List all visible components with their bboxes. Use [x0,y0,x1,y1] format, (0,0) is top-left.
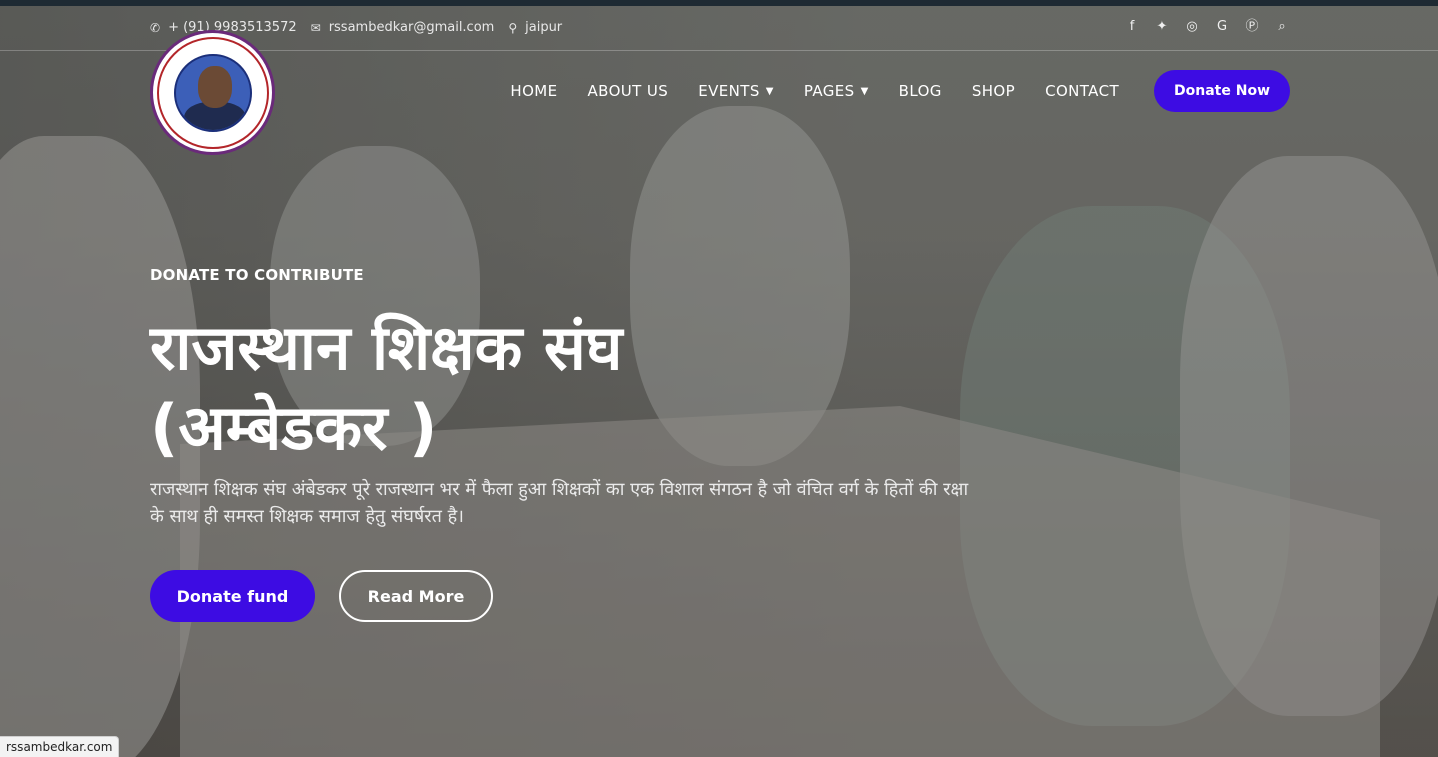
logo-seal-ring [156,36,269,149]
nav-pages[interactable]: PAGES ▼ [804,82,869,100]
instagram-icon[interactable]: ◎ [1184,19,1200,35]
twitter-icon[interactable]: ✦ [1154,19,1170,35]
nav-about-us[interactable]: ABOUT US [588,82,669,100]
nav-shop[interactable]: SHOP [972,82,1015,100]
main-navigation: HOME ABOUT US EVENTS ▼ PAGES ▼ BLOG SHOP… [480,70,1290,112]
hero-title: राजस्थान शिक्षक संघ (अम्बेडकर ) [150,311,623,464]
status-bar-url: rssambedkar.com [0,736,120,757]
logo-portrait-face [197,65,232,108]
phone-icon: ✆ [150,20,161,35]
hero-description: राजस्थान शिक्षक संघ अंबेडकर पूरे राजस्था… [150,479,969,527]
site-logo[interactable] [150,30,275,155]
nav-pages-label: PAGES [803,82,855,100]
email-address: rssambedkar@gmail.com [328,20,495,35]
google-icon[interactable]: G [1214,19,1230,35]
logo-portrait [173,53,252,132]
email-contact[interactable]: ✉ rssambedkar@gmail.com [311,20,495,35]
envelope-icon: ✉ [310,20,321,35]
nav-home[interactable]: HOME [510,82,557,100]
location-text: jaipur [525,20,563,35]
location-contact: ⚲ jaipur [508,20,562,35]
map-marker-icon: ⚲ [508,20,518,35]
read-more-button[interactable]: Read More [339,570,493,622]
nav-contact[interactable]: CONTACT [1045,82,1119,100]
donate-now-button[interactable]: Donate Now [1154,70,1290,112]
social-links: f ✦ ◎ G Ⓟ ⌕ [1124,19,1290,35]
chevron-down-icon: ▼ [860,85,869,97]
search-icon[interactable]: ⌕ [1274,19,1290,35]
facebook-icon[interactable]: f [1124,19,1140,35]
chevron-down-icon: ▼ [765,85,774,97]
nav-events[interactable]: EVENTS ▼ [698,82,774,100]
pinterest-icon[interactable]: Ⓟ [1244,19,1260,35]
nav-events-label: EVENTS [698,82,760,100]
hero-kicker: DONATE TO CONTRIBUTE [150,266,364,284]
donate-fund-button[interactable]: Donate fund [150,570,315,622]
nav-blog[interactable]: BLOG [899,82,942,100]
